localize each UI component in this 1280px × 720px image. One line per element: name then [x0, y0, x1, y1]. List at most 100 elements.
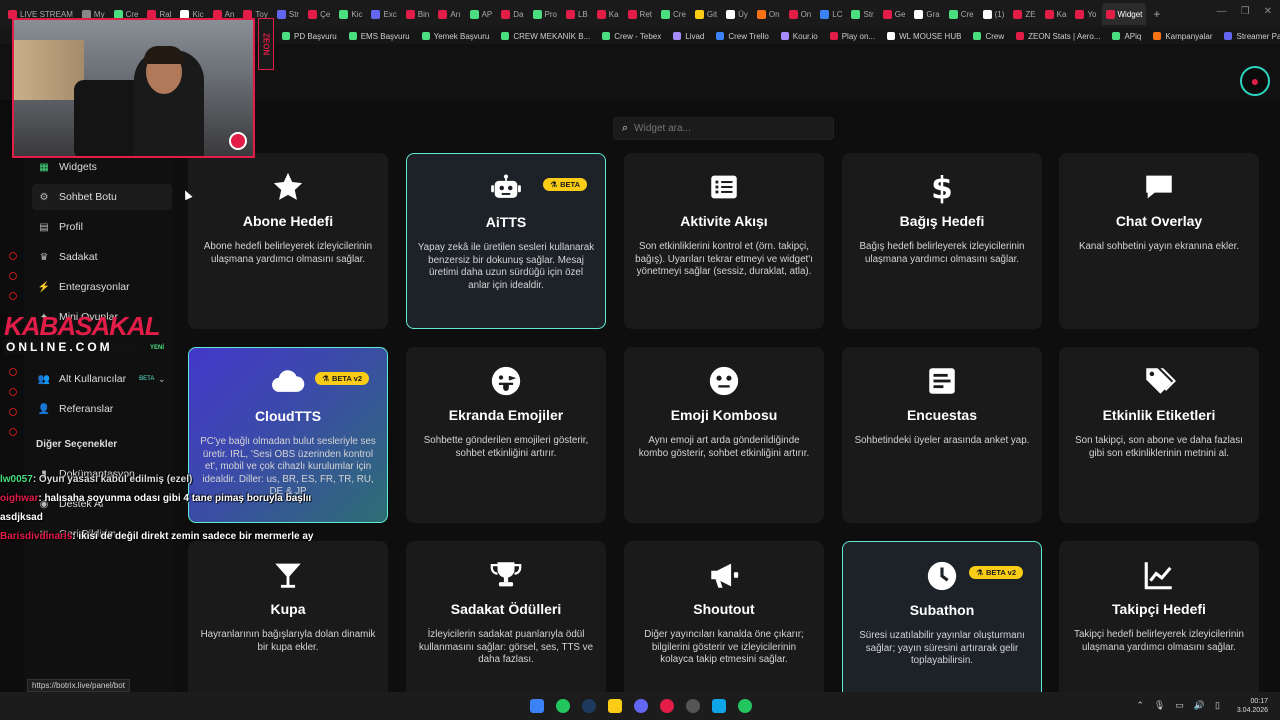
bookmark-item[interactable]: Crew: [973, 32, 1004, 41]
browser-tab[interactable]: ZE: [1009, 3, 1039, 25]
bookmark-item[interactable]: WL MOUSE HUB: [887, 32, 961, 41]
browser-tab[interactable]: Gra: [910, 3, 943, 25]
browser-tab[interactable]: Yo: [1071, 3, 1100, 25]
widget-card[interactable]: Encuestas Sohbetindeki üyeler arasında an…: [842, 347, 1042, 523]
sidebar-item-profile[interactable]: ▤ Profil: [32, 214, 172, 240]
rail-icon[interactable]: [9, 408, 17, 416]
folder-icon[interactable]: [608, 699, 622, 713]
bookmark-item[interactable]: Livad: [673, 32, 704, 41]
browser-tab[interactable]: Çe: [304, 3, 334, 25]
widget-card[interactable]: Sadakat Ödülleri İzleyicilerin sadakat pu…: [406, 541, 606, 717]
start-icon[interactable]: [530, 699, 544, 713]
bookmark-item[interactable]: Play on...: [829, 32, 875, 41]
widget-card[interactable]: Chat Overlay Kanal sohbetini yayın ekranı…: [1059, 153, 1259, 329]
widget-card[interactable]: Emoji Kombosu Aynı emoji art arda gönderi…: [624, 347, 824, 523]
browser-tab[interactable]: Kic: [335, 3, 366, 25]
sidebar-item-chatbot[interactable]: ⚙ Sohbet Botu: [32, 184, 172, 210]
new-tab-button[interactable]: +: [1147, 7, 1166, 21]
browser-tab[interactable]: Git: [691, 3, 721, 25]
browser-tab[interactable]: (1): [979, 3, 1009, 25]
network-icon[interactable]: ▭: [1175, 700, 1184, 711]
opera-icon[interactable]: [660, 699, 674, 713]
close-icon[interactable]: ✕: [1264, 6, 1272, 17]
chevron-up-icon[interactable]: ⌃: [1136, 700, 1144, 711]
favicon-icon: [469, 9, 479, 19]
steam-icon[interactable]: [582, 699, 596, 713]
rail-icon[interactable]: [9, 368, 17, 376]
browser-tab[interactable]: Üy: [722, 3, 752, 25]
rail-icon[interactable]: [9, 252, 17, 260]
whatsapp-icon[interactable]: [738, 699, 752, 713]
sidebar-item-integrations[interactable]: ⚡ Entegrasyonlar: [32, 274, 172, 300]
browser-tab[interactable]: LB: [562, 3, 592, 25]
browser-tab[interactable]: Ge: [879, 3, 910, 25]
widget-card[interactable]: Subathon Süresi uzatılabilir yayınlar olu…: [842, 541, 1042, 717]
bookmark-item[interactable]: APiq: [1112, 32, 1141, 41]
widget-description: Son etkinliklerini kontrol et (örn. taki…: [635, 241, 813, 277]
microphone-icon[interactable]: 🎙: [1154, 700, 1165, 711]
obs-icon[interactable]: [686, 699, 700, 713]
bookmark-item[interactable]: Streamer Panel: [1224, 32, 1280, 41]
browser-tab[interactable]: Cre: [657, 3, 690, 25]
browser-tab[interactable]: Widget: [1101, 3, 1147, 25]
widget-search[interactable]: ⌕: [613, 117, 834, 140]
widget-card[interactable]: Takipçi Hedefi Takipçi hedefi belirleyere…: [1059, 541, 1259, 717]
widget-card[interactable]: Abone Hedefi Abone hedefi belirleyerek iz…: [188, 153, 388, 329]
maximize-icon[interactable]: ❐: [1241, 6, 1250, 17]
browser-tab[interactable]: Ka: [1041, 3, 1071, 25]
bookmark-item[interactable]: Yemek Başvuru: [421, 32, 489, 41]
widget-card[interactable]: Kupa Hayranlarının bağışlarıyla dolan din…: [188, 541, 388, 717]
browser-tab[interactable]: On: [753, 3, 784, 25]
cloud-icon: [270, 364, 306, 400]
bookmark-item[interactable]: EMS Başvuru: [348, 32, 410, 41]
botrix-logo-icon[interactable]: ●: [1240, 66, 1270, 96]
widget-card[interactable]: Etkinlik Etiketleri Son takipçi, son abon…: [1059, 347, 1259, 523]
photos-icon[interactable]: [712, 699, 726, 713]
browser-tab[interactable]: AP: [466, 3, 497, 25]
rail-icon[interactable]: [9, 272, 17, 280]
browser-tab[interactable]: On: [785, 3, 816, 25]
discord-icon[interactable]: [634, 699, 648, 713]
rail-icon[interactable]: [9, 388, 17, 396]
bookmark-item[interactable]: Kampanyalar: [1153, 32, 1212, 41]
clock[interactable]: 00:17 3.04.2026: [1237, 697, 1268, 715]
minimize-icon[interactable]: —: [1217, 6, 1227, 17]
browser-tab[interactable]: Bin: [402, 3, 434, 25]
chevron-down-icon[interactable]: ⌄: [158, 374, 166, 385]
bookmark-item[interactable]: Kour.io: [780, 32, 818, 41]
widget-card[interactable]: AiTTS Yapay zekâ ile üretilen sesleri kul…: [406, 153, 606, 329]
browser-tab[interactable]: Str: [847, 3, 877, 25]
browser-tab[interactable]: Exc: [367, 3, 400, 25]
bookmark-item[interactable]: Crew Trello: [716, 32, 769, 41]
battery-icon[interactable]: ▯: [1215, 700, 1220, 711]
volume-icon[interactable]: 🔊: [1194, 700, 1205, 711]
favicon-icon: [661, 9, 670, 19]
widget-title: CloudTTS: [254, 408, 322, 424]
browser-tab[interactable]: LC: [816, 3, 846, 25]
bookmark-item[interactable]: CREW MEKANİK B...: [501, 32, 590, 41]
bookmark-item[interactable]: ZEON Stats | Aero...: [1016, 32, 1100, 41]
spotify-icon[interactable]: [556, 699, 570, 713]
browser-tab[interactable]: Ret: [624, 3, 656, 25]
browser-tab[interactable]: Ka: [593, 3, 623, 25]
sidebar-item-sub-users[interactable]: 👥 Alt Kullanıcılar BETA ⌄: [32, 366, 172, 392]
search-input[interactable]: [634, 123, 815, 134]
browser-tab[interactable]: Da: [497, 3, 527, 25]
widget-card[interactable]: Ekranda Emojiler Sohbette gönderilen emoj…: [406, 347, 606, 523]
bookmark-item[interactable]: Crew - Tebex: [602, 32, 661, 41]
system-tray[interactable]: ⌃ 🎙 ▭ 🔊 ▯: [1136, 700, 1220, 711]
browser-tab[interactable]: Str: [273, 3, 303, 25]
browser-tab[interactable]: Arı: [434, 3, 464, 25]
browser-tab[interactable]: Cre: [945, 3, 978, 25]
bookmark-item[interactable]: PD Başvuru: [282, 32, 337, 41]
widget-card[interactable]: Aktivite Akışı Son etkinliklerini kontrol…: [624, 153, 824, 329]
bookmark-icon: [1153, 32, 1162, 40]
sidebar-item-loyalty[interactable]: ♛ Sadakat: [32, 244, 172, 270]
favicon-icon: [1013, 9, 1023, 19]
browser-tab[interactable]: Pro: [529, 3, 561, 25]
sidebar-item-referrals[interactable]: 👤 Referanslar: [32, 396, 172, 422]
rail-icon[interactable]: [9, 292, 17, 300]
widget-card[interactable]: Shoutout Diğer yayıncıları kanalda öne çı…: [624, 541, 824, 717]
widget-card[interactable]: $ Bağış Hedefi Bağış hedefi belirleyerek i…: [842, 153, 1042, 329]
rail-icon[interactable]: [9, 428, 17, 436]
